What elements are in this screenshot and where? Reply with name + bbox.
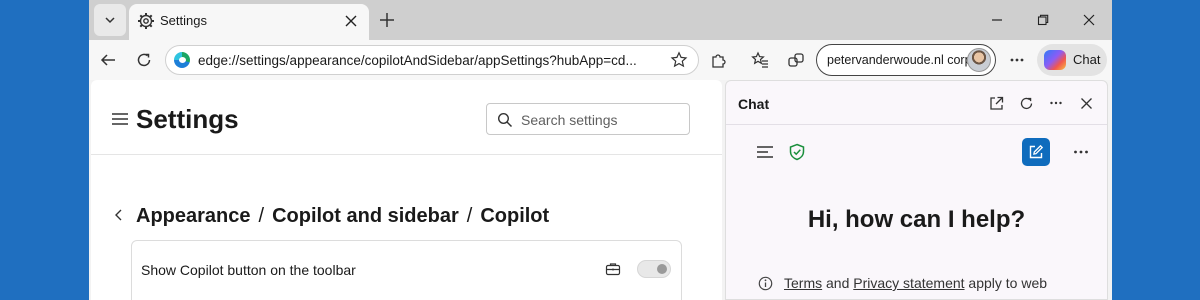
open-in-tab-button[interactable] xyxy=(988,95,1004,111)
chat-header-more-button[interactable] xyxy=(1048,95,1064,111)
close-icon xyxy=(1080,97,1092,109)
breadcrumb-item-copilot: Copilot xyxy=(480,205,550,227)
avatar xyxy=(967,48,991,72)
notice-rest: apply to web xyxy=(968,275,1048,291)
hamburger-icon[interactable] xyxy=(756,144,774,160)
breadcrumb: Appearance / Copilot and sidebar / Copilot xyxy=(136,205,549,228)
extensions-icon xyxy=(712,54,726,68)
setting-card: Show Copilot button on the toolbar xyxy=(131,240,682,300)
tab-title: Settings xyxy=(160,13,207,28)
close-icon[interactable] xyxy=(343,13,359,29)
info-icon xyxy=(758,276,773,291)
setting-label: Show Copilot button on the toolbar xyxy=(141,262,356,278)
chat-refresh-button[interactable] xyxy=(1018,95,1034,111)
chat-greeting: Hi, how can I help? xyxy=(807,206,1026,233)
copilot-button-toggle[interactable] xyxy=(637,260,671,278)
more-icon xyxy=(1010,58,1024,62)
copilot-label: Chat xyxy=(1073,52,1101,67)
breadcrumb-item-appearance[interactable]: Appearance xyxy=(136,205,251,227)
address-bar[interactable]: edge://settings/appearance/copilotAndSid… xyxy=(165,45,699,75)
favorites-button[interactable] xyxy=(750,50,770,70)
settings-header: Settings xyxy=(91,80,722,155)
chevron-down-icon xyxy=(105,17,115,24)
restore-button[interactable] xyxy=(1033,10,1053,30)
refresh-icon xyxy=(1020,97,1032,109)
notice-and: and xyxy=(826,275,850,291)
breadcrumb-separator: / xyxy=(466,205,473,227)
profile-button[interactable]: petervanderwoude.nl corp xyxy=(816,44,996,76)
tab-list-button[interactable] xyxy=(94,4,126,36)
chat-close-button[interactable] xyxy=(1078,95,1094,111)
collections-icon xyxy=(788,53,804,67)
terms-link[interactable]: Terms xyxy=(784,275,822,291)
page-title: Settings xyxy=(136,104,239,134)
tab-settings[interactable]: Settings xyxy=(129,4,369,40)
search-icon xyxy=(497,112,513,128)
shield-check-icon[interactable] xyxy=(788,143,806,161)
extensions-button[interactable] xyxy=(709,50,729,70)
search-box[interactable] xyxy=(486,103,690,135)
open-external-icon xyxy=(989,96,1003,110)
window-close-button[interactable] xyxy=(1079,10,1099,30)
breadcrumb-separator: / xyxy=(258,205,265,227)
profile-name: petervanderwoude.nl corp xyxy=(827,53,972,67)
edge-logo-icon xyxy=(174,52,190,68)
terms-notice: Terms and Privacy statement apply to web xyxy=(784,275,1047,291)
compose-icon xyxy=(1029,144,1044,159)
breadcrumb-item-copilot-and-sidebar[interactable]: Copilot and sidebar xyxy=(272,205,459,227)
tab-strip: Settings xyxy=(89,0,1112,40)
chat-header: Chat xyxy=(726,81,1107,125)
more-icon[interactable] xyxy=(1072,143,1090,161)
star-icon[interactable] xyxy=(670,51,688,69)
settings-gear-icon xyxy=(138,13,154,29)
address-text[interactable]: edge://settings/appearance/copilotAndSid… xyxy=(198,53,637,68)
copilot-button[interactable]: Chat xyxy=(1037,44,1107,76)
more-icon xyxy=(1050,101,1062,105)
favorites-icon xyxy=(751,51,768,68)
restore-icon xyxy=(1037,14,1049,26)
privacy-statement-link[interactable]: Privacy statement xyxy=(853,275,964,291)
browser-window: Settings edge://settings/appearance/copi… xyxy=(89,0,1112,300)
minimize-icon xyxy=(992,19,1002,21)
chat-pane: Chat Hi, how can I help? Terms and Priva… xyxy=(725,80,1108,300)
search-input[interactable] xyxy=(521,110,681,130)
copilot-logo-icon xyxy=(1044,50,1066,70)
refresh-icon xyxy=(137,53,151,67)
more-button[interactable] xyxy=(1007,50,1027,70)
settings-pane: Settings Appearance / Copilot and sidebar /… xyxy=(91,80,722,300)
chevron-left-icon[interactable] xyxy=(113,208,125,222)
new-chat-button[interactable] xyxy=(1022,138,1050,166)
refresh-button[interactable] xyxy=(134,50,154,70)
plus-icon[interactable] xyxy=(377,10,397,30)
close-icon xyxy=(1083,14,1095,26)
minimize-button[interactable] xyxy=(987,10,1007,30)
back-button[interactable] xyxy=(98,50,118,70)
back-arrow-icon xyxy=(100,54,115,66)
chat-title: Chat xyxy=(738,96,770,112)
briefcase-icon xyxy=(605,263,621,276)
toolbar: edge://settings/appearance/copilotAndSid… xyxy=(89,40,1112,80)
hamburger-icon[interactable] xyxy=(111,112,129,126)
collections-button[interactable] xyxy=(786,50,806,70)
